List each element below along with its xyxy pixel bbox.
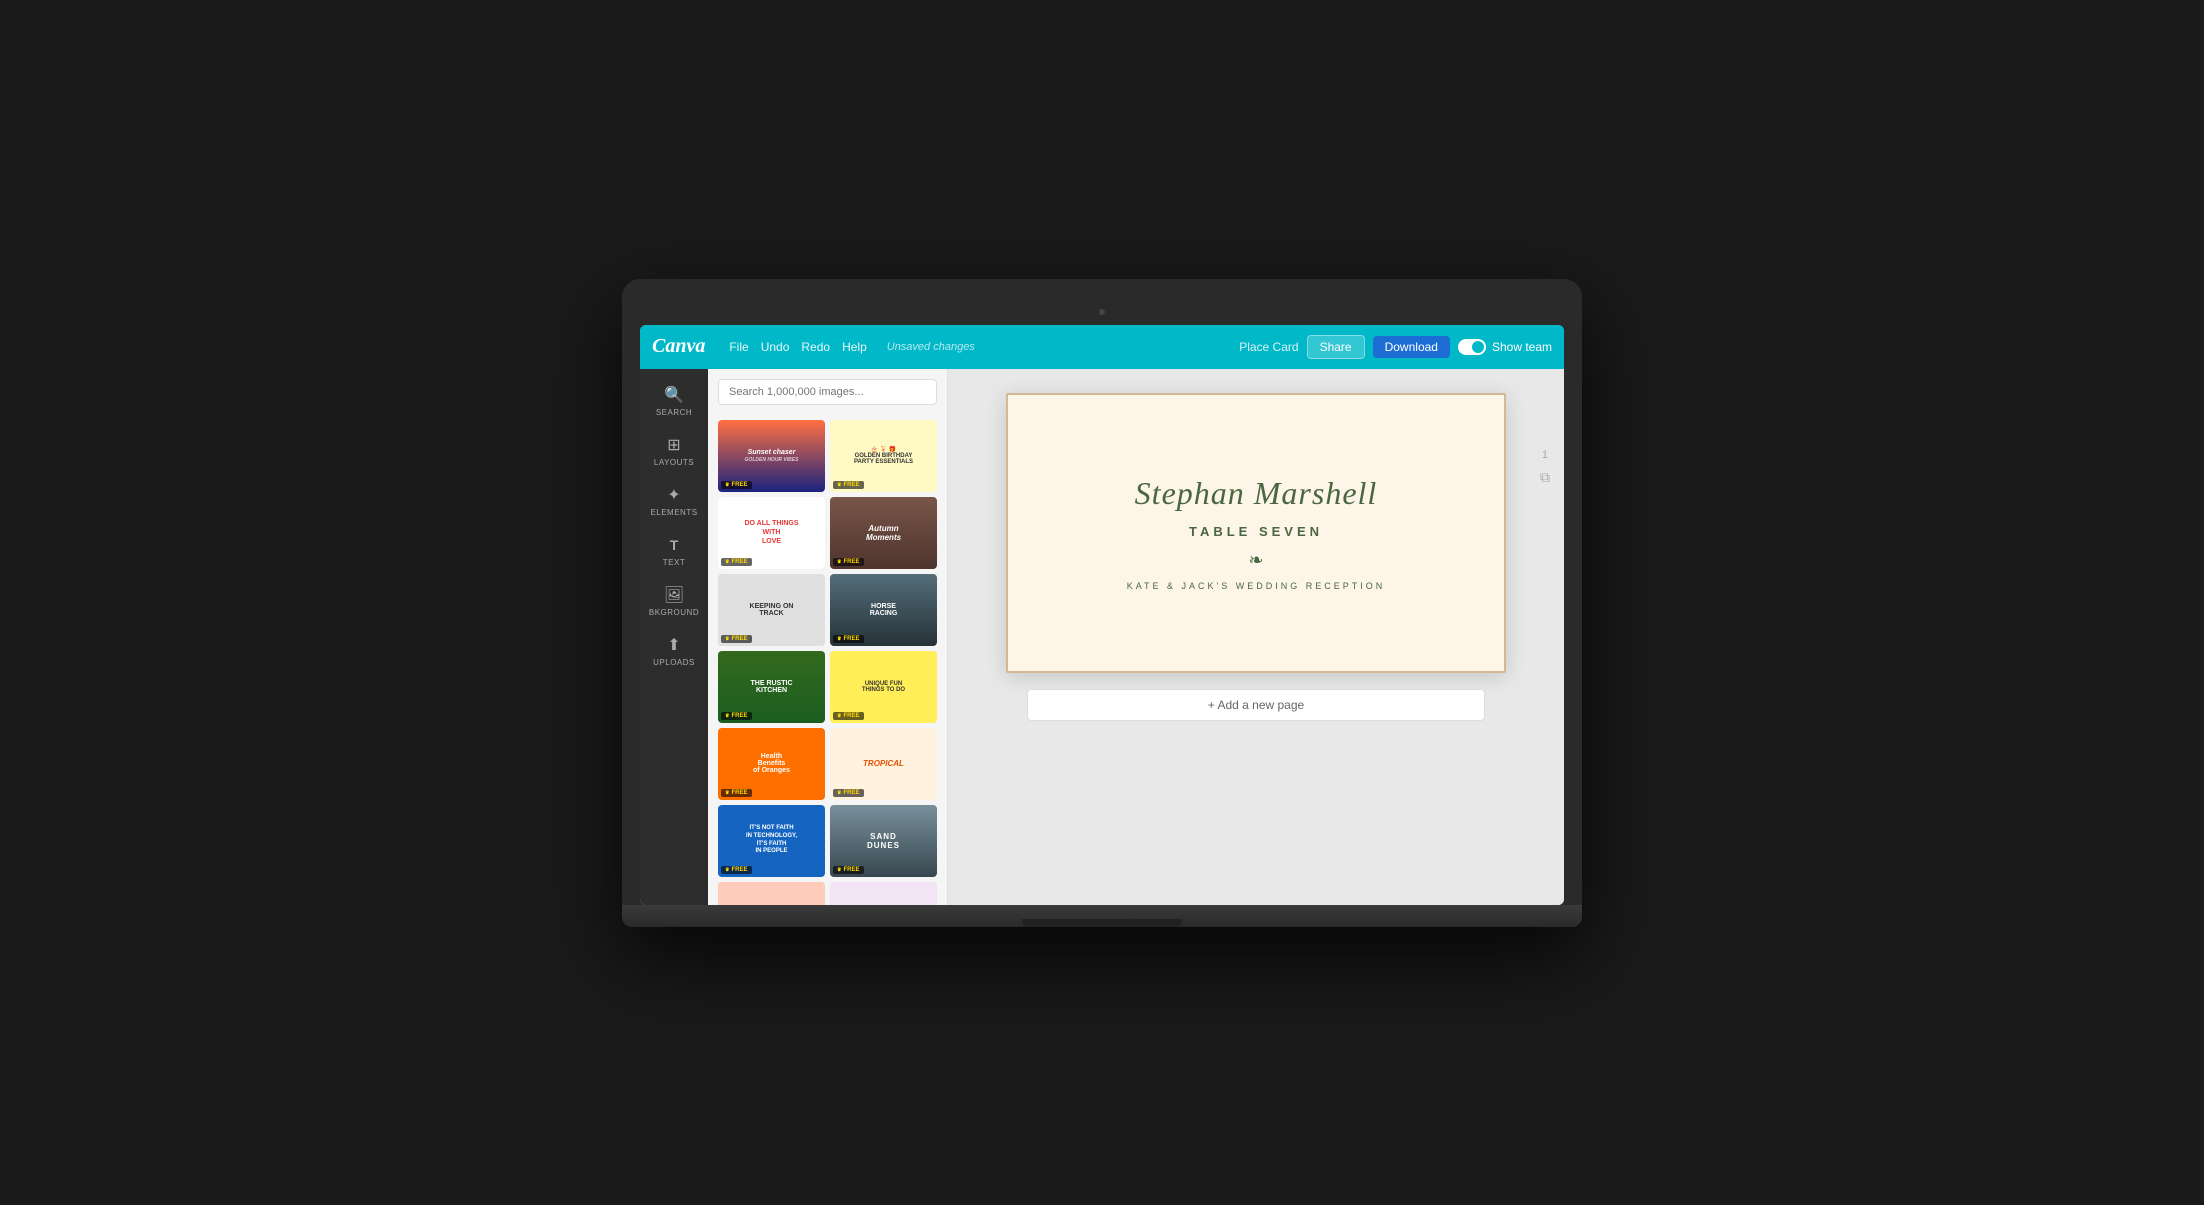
sidebar-item-search-label: SEARCH [656,408,692,417]
sidebar: 🔍 SEARCH ⊞ LAYOUTS ✦ ELEMENTS T TEXT [640,369,708,905]
menu-redo[interactable]: Redo [801,340,830,354]
sidebar-item-text[interactable]: T TEXT [640,527,708,575]
template-card-inner: Sunset chaserGOLDEN HOUR VIBES FREE [718,420,825,492]
sidebar-item-uploads[interactable]: ⬆ UPLOADS [640,627,708,675]
elements-icon: ✦ [664,485,684,505]
sidebar-item-layouts[interactable]: ⊞ LAYOUTS [640,427,708,475]
template-card-inner: HealthBenefitsof Oranges FREE [718,728,825,800]
add-page-button[interactable]: + Add a new page [1027,689,1485,721]
main-area: 🔍 SEARCH ⊞ LAYOUTS ✦ ELEMENTS T TEXT [640,369,1564,905]
uploads-icon: ⬆ [664,635,684,655]
laptop-base [622,905,1582,927]
template-card-inner: DO ALL THINGSWITHLOVE FREE [718,497,825,569]
free-badge: FREE [721,481,752,489]
template-card-inner: 🎂 🍹 🎁GOLDEN BIRTHDAYPARTY ESSENTIALS FRE… [830,420,937,492]
template-card-faded-fall[interactable]: Faded Fall FREE [718,882,825,905]
template-card-inner: 🦩 50 BridalShowerIdeas We FREE [830,882,937,905]
template-card-health[interactable]: HealthBenefitsof Oranges FREE [718,728,825,800]
templates-grid: Sunset chaserGOLDEN HOUR VIBES FREE 🎂 🍹 … [708,415,947,905]
template-card-birthday[interactable]: 🎂 🍹 🎁GOLDEN BIRTHDAYPARTY ESSENTIALS FRE… [830,420,937,492]
template-card-inner: IT'S NOT FAITHIN TECHNOLOGY,IT'S FAITHIN… [718,805,825,877]
menu-help[interactable]: Help [842,340,867,354]
template-card-inner: KEEPING ONTRACK FREE [718,574,825,646]
template-card-rustic[interactable]: THE RUSTICKITCHEN FREE [718,651,825,723]
canvas-area: 1 ⧉ Stephan Marshell TABLE SEVEN ❧ KATE … [948,369,1564,905]
template-card-track[interactable]: KEEPING ONTRACK FREE [718,574,825,646]
sidebar-item-search[interactable]: 🔍 SEARCH [640,377,708,425]
show-team-button[interactable]: Show team [1458,339,1552,355]
free-badge: FREE [833,635,864,643]
template-card-bridal[interactable]: 🦩 50 BridalShowerIdeas We FREE [830,882,937,905]
template-card-inner: HORSERACING FREE [830,574,937,646]
sidebar-item-elements-label: ELEMENTS [650,508,697,517]
canva-logo: Canva [652,335,705,358]
place-card-canvas[interactable]: Stephan Marshell TABLE SEVEN ❧ KATE & JA… [1006,393,1506,673]
layouts-icon: ⊞ [664,435,684,455]
text-icon: T [664,535,684,555]
template-card-unique[interactable]: UNIQUE FUNTHINGS TO DO FREE [830,651,937,723]
template-card-faith[interactable]: IT'S NOT FAITHIN TECHNOLOGY,IT'S FAITHIN… [718,805,825,877]
search-icon: 🔍 [664,385,684,405]
card-name: Stephan Marshell [1135,475,1378,512]
sidebar-item-uploads-label: UPLOADS [653,658,695,667]
laptop-frame: Canva File Undo Redo Help Unsaved change… [622,279,1582,927]
free-badge: FREE [833,866,864,874]
free-badge: FREE [721,712,752,720]
template-card-inner: Faded Fall FREE [718,882,825,905]
free-badge: FREE [833,558,864,566]
template-card-inner: THE RUSTICKITCHEN FREE [718,651,825,723]
page-number: 1 [1542,449,1548,461]
free-badge: FREE [833,712,864,720]
download-button[interactable]: Download [1373,336,1450,358]
search-input[interactable] [718,379,937,405]
template-card-autumn[interactable]: AutumnMoments FREE [830,497,937,569]
template-card-inner: TROPICAL FREE [830,728,937,800]
copy-icon[interactable]: ⧉ [1540,469,1550,486]
template-card-sand[interactable]: SANDDUNES FREE [830,805,937,877]
topbar-right: Place Card Share Download Show team [1239,335,1552,359]
camera-dot [1099,309,1105,315]
show-team-label: Show team [1492,340,1552,354]
card-table: TABLE SEVEN [1189,524,1323,539]
menu-undo[interactable]: Undo [761,340,790,354]
laptop-screen: Canva File Undo Redo Help Unsaved change… [640,325,1564,905]
template-card-love[interactable]: DO ALL THINGSWITHLOVE FREE [718,497,825,569]
template-card-horse[interactable]: HORSERACING FREE [830,574,937,646]
free-badge: FREE [721,866,752,874]
sidebar-item-background-label: BKGROUND [649,608,699,617]
background-icon: 🖼 [664,585,684,605]
template-card-inner: AutumnMoments FREE [830,497,937,569]
free-badge: FREE [721,789,752,797]
template-panel: Sunset chaserGOLDEN HOUR VIBES FREE 🎂 🍹 … [708,369,948,905]
card-divider: ❧ [1248,551,1263,569]
show-team-toggle[interactable] [1458,339,1486,355]
free-badge: FREE [833,789,864,797]
sidebar-item-layouts-label: LAYOUTS [654,458,694,467]
topbar-menu: File Undo Redo Help [729,340,866,354]
topbar: Canva File Undo Redo Help Unsaved change… [640,325,1564,369]
free-badge: FREE [721,558,752,566]
unsaved-status: Unsaved changes [887,341,975,353]
template-card-inner: UNIQUE FUNTHINGS TO DO FREE [830,651,937,723]
document-type: Place Card [1239,340,1298,354]
search-area [708,369,947,415]
sidebar-item-elements[interactable]: ✦ ELEMENTS [640,477,708,525]
sidebar-item-text-label: TEXT [663,558,685,567]
free-badge: FREE [833,481,864,489]
free-badge: FREE [721,635,752,643]
menu-file[interactable]: File [729,340,748,354]
template-card-tropical[interactable]: TROPICAL FREE [830,728,937,800]
app-container: Canva File Undo Redo Help Unsaved change… [640,325,1564,905]
camera-area [640,297,1564,325]
card-event: KATE & JACK'S WEDDING RECEPTION [1127,581,1386,591]
sidebar-item-background[interactable]: 🖼 BKGROUND [640,577,708,625]
template-card-inner: SANDDUNES FREE [830,805,937,877]
share-button[interactable]: Share [1307,335,1365,359]
template-card-sunset[interactable]: Sunset chaserGOLDEN HOUR VIBES FREE [718,420,825,492]
